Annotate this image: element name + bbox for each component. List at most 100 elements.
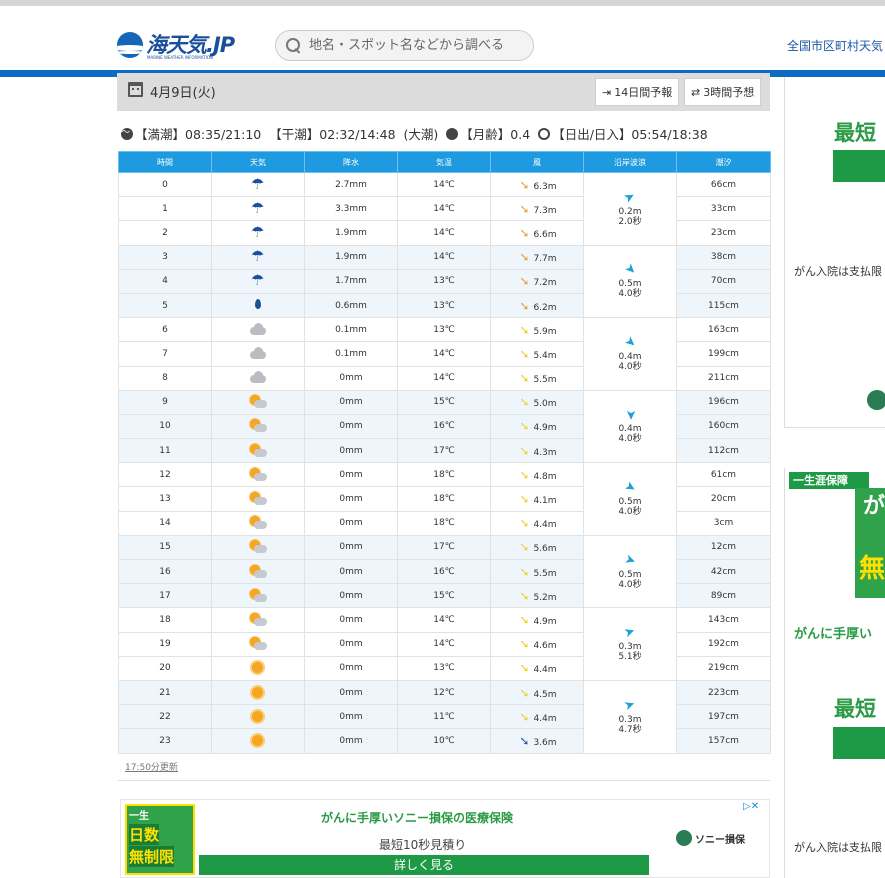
updated-time[interactable]: 17:50分更新	[125, 760, 178, 773]
search-input[interactable]	[309, 38, 524, 53]
wind-speed: 4.3m	[533, 447, 557, 458]
sidebar-ad-2[interactable]: 一生涯保障 が 無 がんに手厚い 最短 がん入院は支払限 安心	[784, 468, 885, 878]
cell-weather	[211, 583, 305, 609]
ad-logo: ソニー損保	[676, 830, 745, 846]
cell-weather	[211, 510, 305, 536]
cell-tide: 61cm	[676, 462, 771, 488]
cell-hour: 15	[118, 534, 212, 561]
14day-forecast-button[interactable]: ⇥ 14日間予報	[595, 78, 680, 106]
cell-precip: 1.7mm	[304, 268, 398, 294]
sun-cloud-icon	[249, 540, 267, 554]
cell-hour: 18	[118, 607, 212, 633]
sidebar-ad-1-logo-icon	[867, 390, 885, 410]
table-row: 15 0mm 17℃ ➘ 5.6m ➤ 0.5m 4.0秒 12cm	[118, 534, 771, 609]
cell-tide: 12cm	[676, 534, 771, 561]
bottom-ad-banner[interactable]: 一生 日数 無制限 がんに手厚いソニー損保の医療保険 最短10秒見積り 詳しく見…	[120, 799, 770, 878]
cell-wind: ➘ 6.6m	[490, 220, 584, 246]
ad-image-line3: 無制限	[129, 846, 175, 867]
cell-wind: ➘ 7.3m	[490, 196, 584, 222]
wave-direction-icon: ➤	[621, 478, 639, 497]
3hour-forecast-label: 3時間予想	[703, 86, 755, 99]
cell-temp: 18℃	[397, 510, 491, 536]
cell-tide: 160cm	[676, 413, 771, 440]
ad-logo-text: ソニー損保	[695, 834, 745, 846]
header-precip: 降水	[304, 151, 398, 173]
wind-speed: 5.4m	[533, 350, 557, 361]
wave-height: 0.5m	[618, 569, 642, 580]
wind-arrow-icon: ➘	[519, 177, 530, 192]
site-logo[interactable]: 海天気.JP MARINE WEATHER INFORMATION	[117, 28, 235, 62]
cell-temp: 13℃	[397, 268, 491, 294]
sun-cloud-icon	[249, 516, 267, 530]
cell-weather	[211, 220, 305, 246]
cell-tide: 196cm	[676, 389, 771, 415]
cell-wind: ➘ 4.4m	[490, 655, 584, 681]
ad-title[interactable]: がんに手厚いソニー損保の医療保険	[321, 809, 513, 826]
cell-weather	[211, 171, 305, 198]
table-row: 02.7mm14℃➘6.3m➤0.2m2.0秒66cm	[118, 171, 771, 246]
cell-wind: ➘ 7.7m	[490, 244, 584, 270]
sun-icon	[249, 710, 267, 724]
cell-weather	[211, 438, 305, 464]
sidebar-ad-1-button[interactable]	[833, 150, 885, 182]
sun-cloud-icon	[249, 564, 267, 579]
wave-height: 0.4m	[618, 351, 642, 362]
wind-speed: 4.5m	[533, 689, 557, 700]
sunrise-sunset: 【日出/日入】05:54/18:38	[552, 127, 708, 142]
cell-precip: 0mm	[304, 607, 398, 633]
cell-weather	[211, 389, 305, 415]
cell-temp: 14℃	[397, 365, 491, 391]
cell-precip: 0mm	[304, 558, 398, 585]
cell-hour: 11	[118, 438, 212, 464]
cell-hour: 12	[118, 462, 212, 488]
sun-cloud-icon	[249, 637, 267, 651]
3hour-forecast-button[interactable]: ⇄ 3時間予想	[684, 78, 762, 106]
cell-precip: 0mm	[304, 486, 398, 512]
search-icon	[286, 38, 301, 53]
sidebar-ad-2-image-top: が	[863, 494, 885, 519]
cell-temp: 15℃	[397, 583, 491, 609]
cell-wind: ➘ 5.2m	[490, 583, 584, 609]
table-row: 18 0mm 14℃ ➘ 4.9m ➤ 0.3m 5.1秒 143cm	[118, 607, 771, 681]
wind-speed: 5.0m	[533, 399, 557, 410]
cell-weather	[211, 341, 305, 367]
sidebar-ad-2-button[interactable]	[833, 727, 885, 759]
wave-logo-icon	[117, 32, 143, 58]
wave-direction-icon: ➤	[621, 260, 640, 280]
cell-temp: 14℃	[397, 171, 491, 198]
cell-temp: 18℃	[397, 462, 491, 488]
cell-hour: 13	[118, 486, 212, 512]
cell-wind: ➘ 4.1m	[490, 486, 584, 512]
search-box[interactable]	[275, 30, 534, 61]
wind-speed: 5.9m	[533, 326, 557, 337]
cell-tide: 70cm	[676, 268, 771, 294]
wind-arrow-icon: ➘	[519, 371, 530, 386]
sidebar-ad-1[interactable]: 最短 がん入院は支払限 安心	[784, 77, 885, 428]
cell-precip: 0mm	[304, 462, 398, 488]
nav-link-municipalities[interactable]: 全国市区町村天気	[787, 37, 883, 54]
ad-details-button[interactable]: 詳しく見る	[199, 855, 649, 875]
cell-temp: 10℃	[397, 728, 491, 754]
cell-precip: 0mm	[304, 413, 398, 440]
ad-close-icon[interactable]: ▷✕	[743, 801, 759, 812]
cell-hour: 20	[118, 655, 212, 681]
cell-weather	[211, 462, 305, 488]
cell-tide: 143cm	[676, 607, 771, 633]
site-header: 海天気.JP MARINE WEATHER INFORMATION 全国市区町村…	[0, 6, 885, 72]
cell-waves: ➤ 0.5m 4.0秒	[583, 462, 677, 536]
header-waves: 沿岸波浪	[583, 151, 677, 173]
cell-waves: ➤ 0.4m 4.0秒	[583, 317, 677, 391]
cell-weather	[211, 655, 305, 681]
cell-wind: ➘ 5.9m	[490, 317, 584, 343]
wind-arrow-icon: ➘	[519, 637, 530, 652]
cell-hour: 23	[118, 728, 212, 754]
cell-weather	[211, 268, 305, 294]
wind-speed: 4.4m	[533, 665, 557, 676]
moon-icon	[446, 127, 459, 140]
cell-tide: 211cm	[676, 365, 771, 391]
cell-hour: 3	[118, 244, 212, 270]
wave-direction-icon: ➤	[622, 623, 638, 642]
cell-precip: 0mm	[304, 438, 398, 464]
cloud-icon	[249, 346, 267, 361]
exit-arrow-icon: ⇥	[602, 85, 612, 99]
